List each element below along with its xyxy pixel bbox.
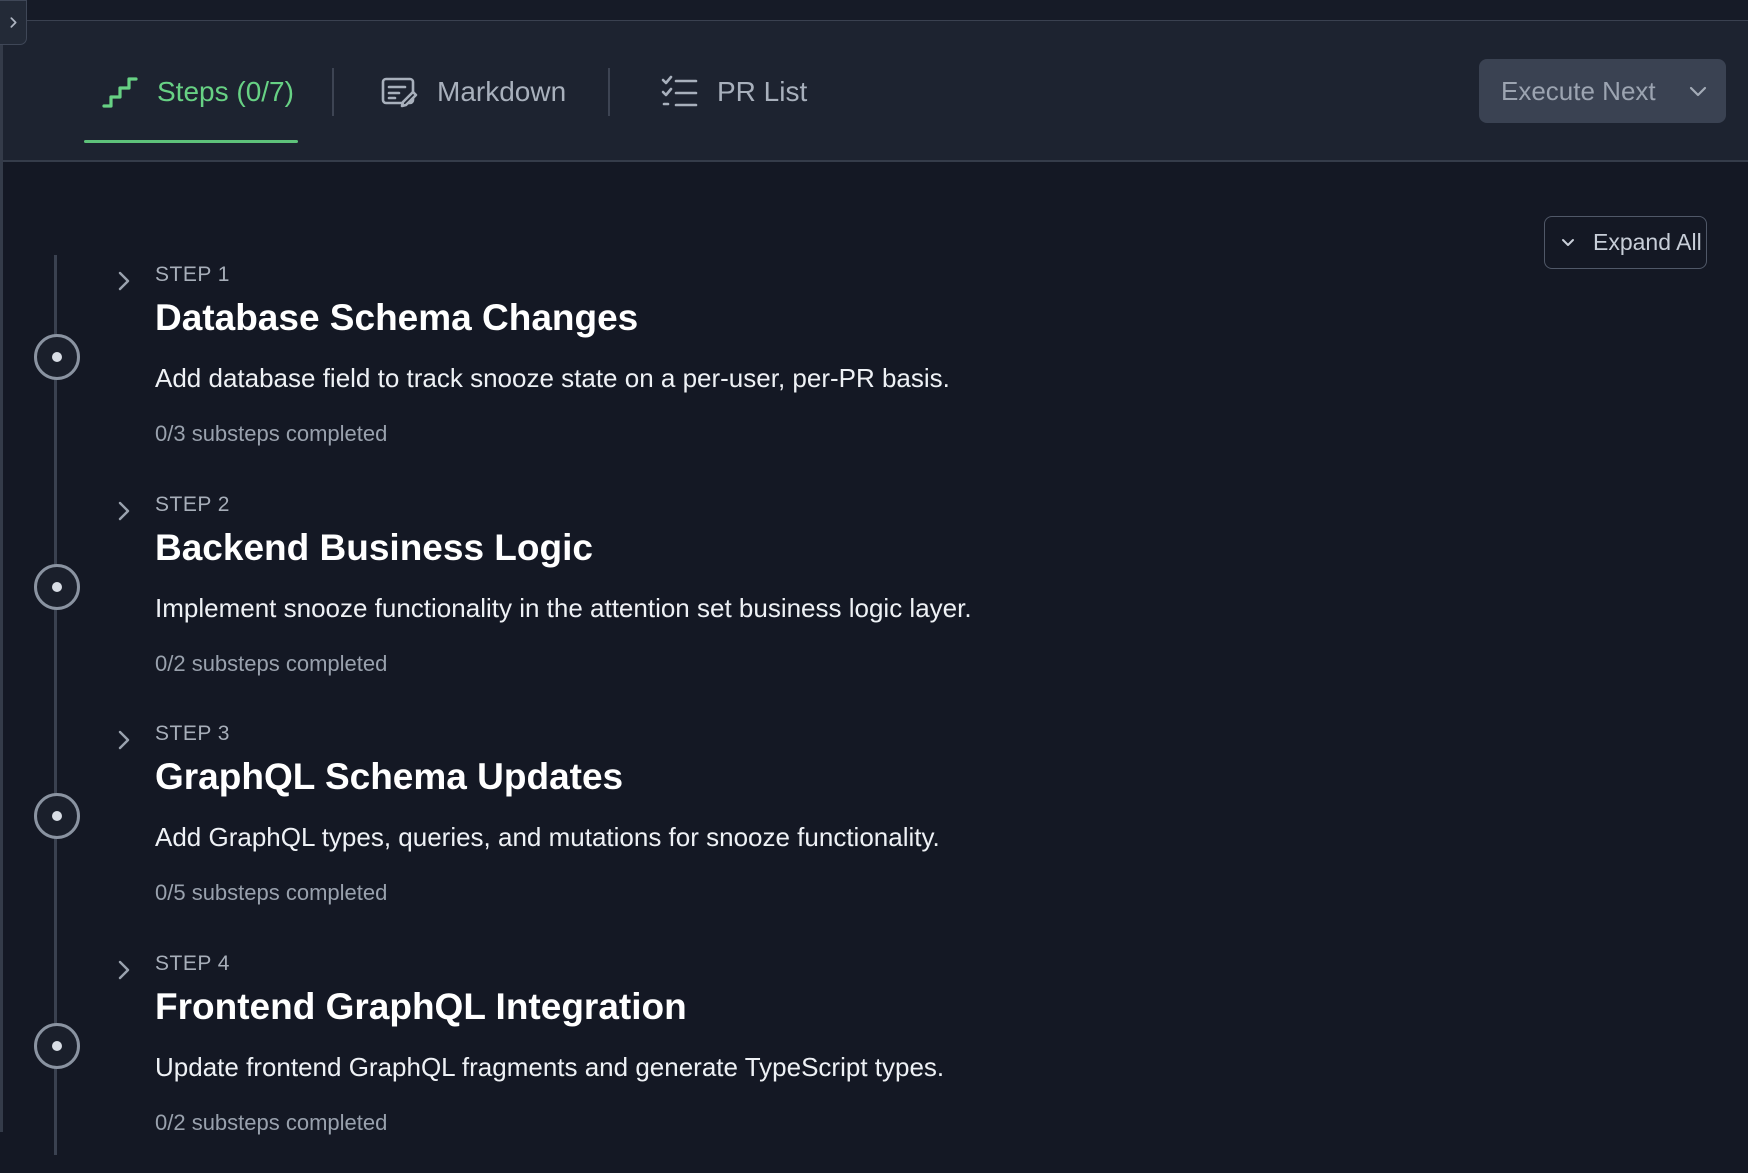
step-label: STEP 1 [155,263,230,286]
expand-all-button[interactable]: Expand All [1544,216,1707,269]
tab-markdown[interactable]: Markdown [381,71,566,113]
tab-markdown-label: Markdown [437,76,567,107]
execute-next-button[interactable]: Execute Next [1479,59,1726,123]
chevron-right-icon [9,17,17,28]
tab-divider [608,68,610,116]
step-label: STEP 3 [155,722,230,745]
tab-header: Steps (0/7) Markdown PR List Execute Nex… [3,21,1748,162]
step-item: STEP 1 Database Schema Changes Add datab… [3,259,1403,484]
step-description: Add database field to track snooze state… [155,363,950,393]
step-description: Update frontend GraphQL fragments and ge… [155,1052,945,1082]
chevron-down-icon[interactable] [1688,81,1708,101]
step-description: Implement snooze functionality in the at… [155,593,972,623]
tab-steps-label: Steps (0/7) [157,76,294,107]
sidebar-toggle-button[interactable] [0,0,27,45]
step-label: STEP 4 [155,952,230,975]
step-item: STEP 3 GraphQL Schema Updates Add GraphQ… [3,718,1403,943]
step-progress: 0/2 substeps completed [155,651,388,676]
main-panel: Steps (0/7) Markdown PR List Execute Nex… [0,21,1748,1155]
step-status-dot [34,1023,80,1069]
step-progress: 0/5 substeps completed [155,880,388,905]
step-status-dot [34,793,80,839]
checklist-icon [661,75,698,107]
step-status-dot [34,334,80,380]
step-item: STEP 4 Frontend GraphQL Integration Upda… [3,948,1403,1173]
tab-pr-list[interactable]: PR List [661,71,807,113]
execute-next-label: Execute Next [1501,75,1656,106]
step-title[interactable]: Frontend GraphQL Integration [155,986,687,1028]
active-tab-indicator [84,140,298,143]
tab-pr-list-label: PR List [717,76,808,107]
step-progress: 0/2 substeps completed [155,1110,388,1135]
window-top-strip [0,0,1748,21]
chevron-right-icon[interactable] [113,726,135,754]
step-status-dot [34,564,80,610]
steps-icon [102,77,138,108]
step-progress: 0/3 substeps completed [155,421,388,446]
chevron-right-icon[interactable] [113,267,135,295]
steps-content: Expand All STEP 1 Database Schema Change… [3,164,1748,1155]
chevron-right-icon[interactable] [113,497,135,525]
tab-steps[interactable]: Steps (0/7) [101,71,294,113]
step-label: STEP 2 [155,493,230,516]
tab-divider [332,68,334,116]
expand-all-label: Expand All [1593,229,1702,255]
step-title[interactable]: GraphQL Schema Updates [155,756,623,798]
step-title[interactable]: Backend Business Logic [155,527,593,569]
markdown-edit-icon [381,77,418,108]
chevron-down-icon [1562,239,1574,246]
step-title[interactable]: Database Schema Changes [155,297,638,339]
step-item: STEP 2 Backend Business Logic Implement … [3,489,1403,714]
chevron-right-icon[interactable] [113,956,135,984]
step-description: Add GraphQL types, queries, and mutation… [155,822,940,852]
